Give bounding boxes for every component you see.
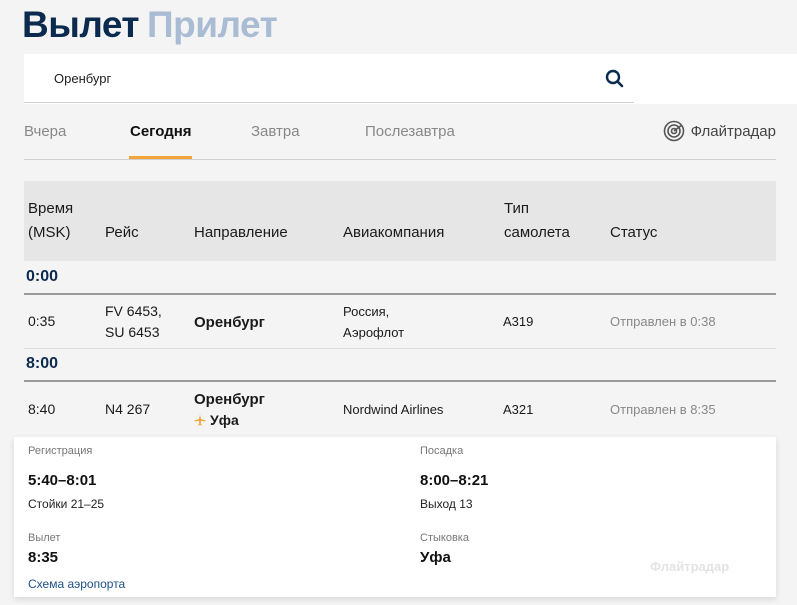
row-status: Отправлен в 8:35 xyxy=(610,402,716,417)
row-status: Отправлен в 0:38 xyxy=(610,314,716,329)
group-divider xyxy=(24,293,776,295)
row-airline: Nordwind Airlines xyxy=(343,402,444,417)
col-aircraft-type: Тип самолета xyxy=(504,200,570,241)
group-divider xyxy=(24,380,776,382)
tab-day-after-tomorrow[interactable]: Послезавтра xyxy=(365,123,455,140)
search-icon[interactable] xyxy=(604,68,626,90)
row-time: 8:40 xyxy=(28,401,56,417)
boarding-label: Посадка xyxy=(420,445,464,457)
row-aircraft-type: A321 xyxy=(503,402,534,417)
active-tab-indicator xyxy=(129,156,192,159)
col-flight: Рейс xyxy=(105,224,139,241)
col-airline: Авиакомпания xyxy=(343,224,445,241)
checkin-value: 5:40–8:01 xyxy=(28,472,97,489)
row-flight: FV 6453, SU 6453 xyxy=(105,303,162,340)
time-group-label: 0:00 xyxy=(26,268,59,285)
departure-value: 8:35 xyxy=(28,549,59,566)
watermark: Флайтрадар xyxy=(650,559,730,574)
col-time: Время (MSK) xyxy=(28,200,74,241)
flightradar-link[interactable]: Флайтрадар xyxy=(663,120,776,142)
row-direction: Оренбург xyxy=(194,314,265,331)
row-aircraft-type: A319 xyxy=(503,314,534,329)
tab-departures[interactable]: Вылет xyxy=(22,4,140,45)
flightradar-label: Флайтрадар xyxy=(690,122,776,140)
row-via: Уфа xyxy=(210,412,239,428)
tab-arrivals[interactable]: Прилет xyxy=(147,4,278,45)
time-group-label: 8:00 xyxy=(26,355,59,372)
tab-today[interactable]: Сегодня xyxy=(130,123,192,140)
row-airline: Россия, Аэрофлот xyxy=(343,304,405,340)
row-divider xyxy=(24,348,776,349)
flight-details-card: Регистрация 5:40–8:01 Стойки 21–25 Посад… xyxy=(14,437,776,597)
search-underline xyxy=(24,102,634,103)
page-title: Вылет Прилет xyxy=(22,4,278,46)
checkin-counters: Стойки 21–25 xyxy=(28,497,105,511)
boarding-value: 8:00–8:21 xyxy=(420,472,489,489)
row-flight: N4 267 xyxy=(105,401,151,417)
day-tabs: Вчера Сегодня Завтра Послезавтра Флайтра… xyxy=(24,112,776,160)
departure-label: Вылет xyxy=(28,532,61,544)
transfer-value: Уфа xyxy=(420,549,451,566)
row-time: 0:35 xyxy=(28,313,56,329)
col-status: Статус xyxy=(610,224,658,241)
checkin-label: Регистрация xyxy=(28,445,93,457)
airport-map-link[interactable]: Схема аэропорта xyxy=(28,577,125,591)
row-direction: Оренбург Уфа xyxy=(194,391,265,428)
plane-icon xyxy=(194,414,206,426)
radar-icon xyxy=(663,120,684,142)
search-input[interactable]: Оренбург xyxy=(54,71,111,86)
tab-yesterday[interactable]: Вчера xyxy=(24,123,66,140)
search-box[interactable]: Оренбург xyxy=(24,54,797,104)
col-direction: Направление xyxy=(194,224,288,241)
table-header: Время (MSK) Рейс Направление Авиакомпания… xyxy=(24,181,776,261)
boarding-gate: Выход 13 xyxy=(420,497,473,511)
transfer-label: Стыковка xyxy=(420,532,469,544)
tab-tomorrow[interactable]: Завтра xyxy=(251,123,300,140)
